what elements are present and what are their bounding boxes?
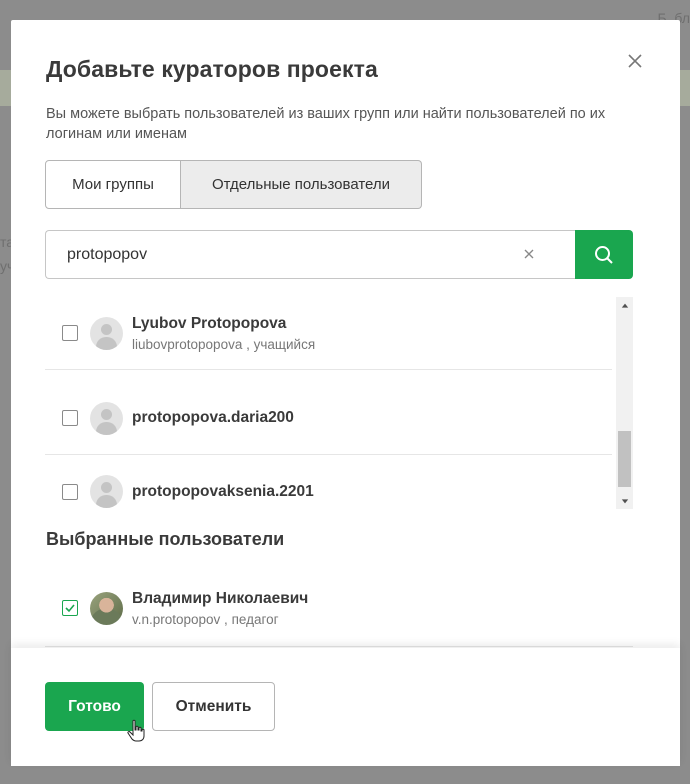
avatar bbox=[90, 316, 123, 350]
close-icon[interactable] bbox=[624, 50, 646, 72]
result-checkbox[interactable] bbox=[62, 325, 78, 341]
modal-title: Добавьте кураторов проекта bbox=[46, 56, 378, 82]
user-subtitle: v.n.protopopov , педагог bbox=[132, 611, 279, 627]
search-icon bbox=[595, 245, 613, 264]
source-tabs: Мои группы Отдельные пользователи bbox=[45, 160, 422, 209]
user-name: protopopovaksenia.2201 bbox=[132, 482, 314, 500]
user-name: Владимир Николаевич bbox=[132, 589, 309, 607]
scroll-up-icon[interactable] bbox=[616, 297, 633, 314]
search-bar bbox=[45, 230, 633, 279]
modal-description: Вы можете выбрать пользователей из ваших… bbox=[46, 106, 606, 142]
scrollbar-thumb[interactable] bbox=[618, 431, 631, 487]
check-icon bbox=[65, 604, 75, 613]
add-curators-modal: Добавьте кураторов проекта Вы можете выб… bbox=[11, 20, 680, 766]
search-input[interactable] bbox=[45, 230, 575, 279]
scrollbar[interactable] bbox=[616, 297, 633, 509]
result-checkbox[interactable] bbox=[62, 410, 78, 426]
user-name: protopopova.daria200 bbox=[132, 409, 294, 426]
list-item[interactable]: protopopovaksenia.2201 bbox=[45, 455, 612, 509]
search-button[interactable] bbox=[575, 230, 633, 279]
modal-footer: Готово Отменить bbox=[11, 648, 680, 766]
clear-icon[interactable] bbox=[519, 244, 539, 264]
tab-individual-users[interactable]: Отдельные пользователи bbox=[181, 160, 422, 209]
avatar bbox=[90, 401, 123, 435]
user-subtitle: liubovprotopopova , учащийся bbox=[132, 336, 316, 352]
result-checkbox[interactable] bbox=[62, 483, 78, 500]
avatar bbox=[90, 475, 123, 508]
avatar bbox=[90, 591, 123, 625]
tab-my-groups[interactable]: Мои группы bbox=[45, 160, 181, 209]
selected-checkbox[interactable] bbox=[62, 600, 78, 616]
list-item[interactable]: Lyubov Protopopova liubovprotopopova , у… bbox=[45, 297, 612, 370]
scroll-down-icon[interactable] bbox=[616, 492, 633, 509]
selected-users-title: Выбранные пользователи bbox=[46, 529, 285, 549]
list-item[interactable]: protopopova.daria200 bbox=[45, 382, 612, 455]
user-name: Lyubov Protopopova bbox=[132, 314, 287, 332]
search-results-list: Lyubov Protopopova liubovprotopopova , у… bbox=[45, 297, 633, 509]
list-item[interactable]: Владимир Николаевич v.n.protopopov , пед… bbox=[45, 570, 633, 647]
cancel-button[interactable]: Отменить bbox=[152, 682, 275, 731]
hand-cursor-icon bbox=[127, 719, 145, 742]
